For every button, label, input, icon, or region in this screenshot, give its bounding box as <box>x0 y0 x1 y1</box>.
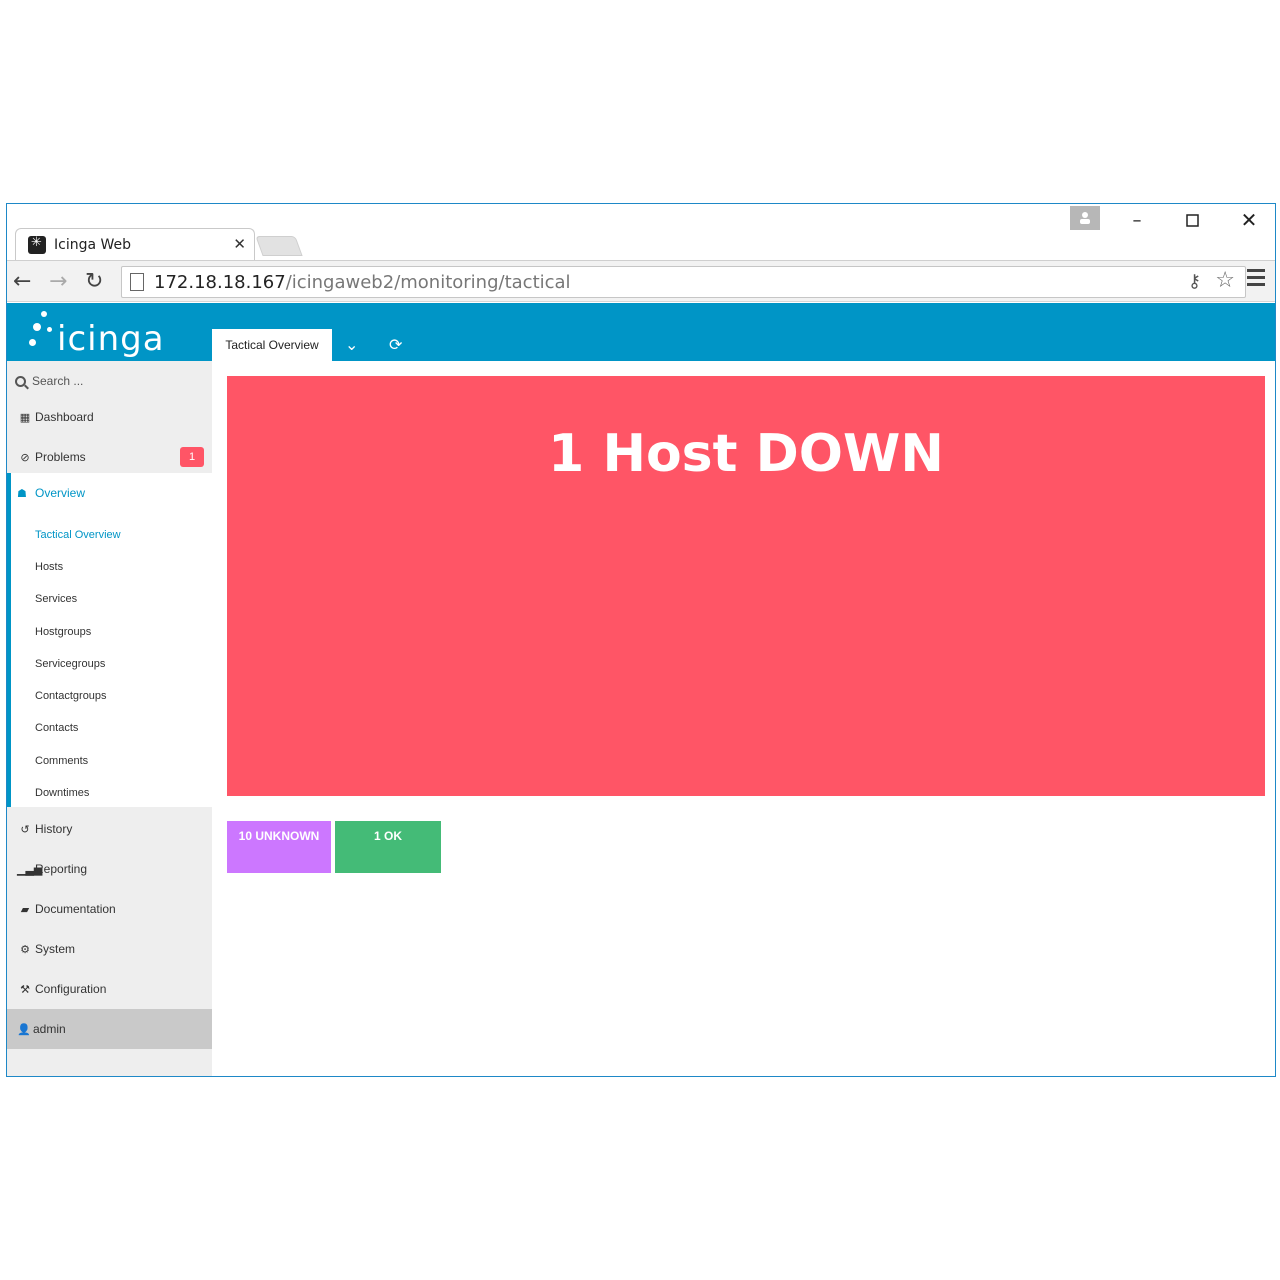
sidebar: Search ... ▦ Dashboard ⊘ Problems 1 ☗ Ov… <box>7 361 212 1076</box>
bookmark-star-icon[interactable]: ☆ <box>1215 268 1235 293</box>
maximize-button[interactable] <box>1172 204 1212 236</box>
reload-icon[interactable]: ↻ <box>85 269 103 294</box>
sidebar-subitem-servicegroups[interactable]: Servicegroups <box>35 654 105 674</box>
sidebar-item-label: Configuration <box>35 982 107 996</box>
browser-menu-icon[interactable] <box>1247 269 1265 287</box>
sidebar-item-label: Documentation <box>35 902 116 916</box>
sidebar-item-label: History <box>35 822 73 836</box>
sidebar-subitem-comments[interactable]: Comments <box>35 751 88 771</box>
refresh-icon[interactable]: ⟳ <box>389 335 402 354</box>
service-ok-label: 1 OK <box>373 829 402 843</box>
back-icon[interactable]: ← <box>13 269 31 294</box>
app-header: icinga Tactical Overview ⌄ ⟳ <box>7 303 1275 361</box>
sidebar-subitem-contactgroups[interactable]: Contactgroups <box>35 686 107 706</box>
sidebar-item-label: Problems <box>35 450 86 464</box>
logo-text: icinga <box>57 319 165 359</box>
url-path: /icingaweb2/monitoring/tactical <box>285 271 571 293</box>
browser-tab-title: Icinga Web <box>54 236 132 253</box>
sidebar-item-user[interactable]: 👤 admin <box>7 1009 212 1049</box>
host-down-label: 1 Host DOWN <box>548 424 944 484</box>
icinga-app: icinga Tactical Overview ⌄ ⟳ Search ... … <box>7 303 1275 1076</box>
sidebar-item-documentation[interactable]: ▰ Documentation <box>7 889 212 929</box>
sidebar-subitem-hostgroups[interactable]: Hostgroups <box>35 622 91 642</box>
search-placeholder: Search ... <box>32 374 84 388</box>
chevron-down-icon[interactable]: ⌄ <box>345 335 358 354</box>
history-icon: ↺ <box>20 822 30 836</box>
sidebar-item-label: admin <box>33 1022 66 1036</box>
problems-count-badge: 1 <box>180 447 204 467</box>
service-unknown-label: 10 UNKNOWN <box>238 829 320 843</box>
new-tab-button[interactable] <box>255 236 303 256</box>
sidebar-item-label: Overview <box>35 486 86 500</box>
key-icon[interactable]: ⚷ <box>1188 271 1201 292</box>
browser-window: – ✕ Icinga Web ✕ ← → ↻ 172.18.18.167/ici… <box>6 203 1276 1077</box>
sidebar-item-system[interactable]: ⚙ System <box>7 929 212 969</box>
tab-close-icon[interactable]: ✕ <box>233 235 246 253</box>
browser-tab[interactable]: Icinga Web ✕ <box>15 228 255 260</box>
window-close-button[interactable]: ✕ <box>1229 204 1269 236</box>
sidebar-subitem-tactical-overview[interactable]: Tactical Overview <box>35 525 121 545</box>
tab-tactical-overview[interactable]: Tactical Overview <box>212 329 332 361</box>
chart-bars-icon: ▁▃▅ <box>17 862 43 876</box>
service-unknown-tile[interactable]: 10 UNKNOWN <box>227 821 331 873</box>
sidebar-item-dashboard[interactable]: ▦ Dashboard <box>7 397 212 437</box>
sidebar-item-overview[interactable]: ☗ Overview <box>17 473 85 513</box>
sitemap-icon: ☗ <box>17 486 27 500</box>
sidebar-subitem-hosts[interactable]: Hosts <box>35 557 63 577</box>
search-icon <box>15 375 26 387</box>
sidebar-item-history[interactable]: ↺ History <box>7 809 212 849</box>
sidebar-item-reporting[interactable]: ▁▃▅ Reporting <box>7 849 212 889</box>
icinga-logo[interactable]: icinga <box>21 307 211 359</box>
book-icon: ▰ <box>20 902 30 916</box>
url-host: 172.18.18.167 <box>154 271 286 293</box>
sidebar-subitem-downtimes[interactable]: Downtimes <box>35 783 89 803</box>
sidebar-item-label: Reporting <box>35 862 88 876</box>
minimize-button[interactable]: – <box>1117 204 1157 236</box>
sidebar-subitem-services[interactable]: Services <box>35 589 77 609</box>
sidebar-subitem-contacts[interactable]: Contacts <box>35 718 78 738</box>
problems-icon: ⊘ <box>20 450 30 464</box>
sidebar-item-configuration[interactable]: ⚒ Configuration <box>7 969 212 1009</box>
search-input[interactable]: Search ... <box>15 369 83 393</box>
forward-icon[interactable]: → <box>49 269 67 294</box>
sidebar-item-label: System <box>35 942 76 956</box>
host-down-tile[interactable]: 1 Host DOWN <box>227 376 1265 796</box>
gears-icon: ⚙ <box>20 942 30 956</box>
page-icon <box>130 273 144 291</box>
user-icon: 👤 <box>17 1022 31 1036</box>
service-ok-tile[interactable]: 1 OK <box>335 821 441 873</box>
profile-icon[interactable] <box>1070 206 1100 230</box>
icinga-favicon-icon <box>28 235 46 254</box>
sidebar-section-overview: ☗ Overview Tactical Overview Hosts Servi… <box>7 473 212 807</box>
dashboard-icon: ▦ <box>19 410 31 424</box>
browser-titlebar: – ✕ Icinga Web ✕ <box>7 204 1275 260</box>
main-content: 1 Host DOWN 10 UNKNOWN 1 OK <box>212 361 1275 1076</box>
wrench-icon: ⚒ <box>20 982 30 996</box>
browser-toolbar: ← → ↻ 172.18.18.167/icingaweb2/monitorin… <box>7 260 1275 302</box>
address-bar[interactable]: 172.18.18.167/icingaweb2/monitoring/tact… <box>121 266 1246 298</box>
sidebar-item-problems[interactable]: ⊘ Problems 1 <box>7 437 212 477</box>
sidebar-item-label: Dashboard <box>35 410 94 424</box>
